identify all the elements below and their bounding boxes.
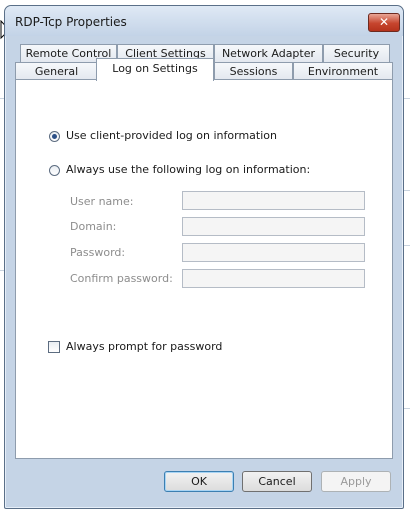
tab-network-adapter[interactable]: Network Adapter [214,44,323,62]
apply-button[interactable]: Apply [321,471,391,492]
title-bar[interactable]: RDP-Tcp Properties ✕ [5,6,403,36]
close-button[interactable]: ✕ [368,13,400,32]
tab-label: Environment [307,65,379,78]
properties-dialog: RDP-Tcp Properties ✕ Remote Control Clie… [4,5,404,509]
tab-security[interactable]: Security [323,44,390,62]
user-name-label: User name: [70,195,134,208]
radio-client-provided[interactable] [49,131,60,142]
radio-selected-dot [52,134,57,139]
ok-button[interactable]: OK [164,471,234,492]
user-name-field[interactable] [182,191,365,210]
tab-label: Log on Settings [112,62,198,75]
cancel-label: Cancel [258,475,296,488]
ok-label: OK [191,475,207,488]
window-title: RDP-Tcp Properties [15,15,127,29]
confirm-password-field[interactable] [182,269,365,288]
tab-logon-settings[interactable]: Log on Settings [96,58,214,81]
tab-general[interactable]: General [15,62,98,80]
domain-field[interactable] [182,217,365,236]
close-icon: ✕ [378,15,390,29]
prompt-password-checkbox[interactable] [48,341,60,353]
tab-label: Sessions [229,65,278,78]
logon-settings-panel: Use client-provided log on information A… [15,79,393,459]
tab-environment[interactable]: Environment [293,62,393,80]
tab-label: Network Adapter [221,47,316,60]
tab-label: Security [333,47,380,60]
tab-label: General [34,65,79,78]
apply-label: Apply [340,475,372,488]
password-label: Password: [70,246,126,259]
cancel-button[interactable]: Cancel [242,471,312,492]
tab-sessions[interactable]: Sessions [214,62,293,80]
domain-label: Domain: [70,220,117,233]
radio-client-provided-label[interactable]: Use client-provided log on information [66,129,277,142]
radio-always-use-label[interactable]: Always use the following log on informat… [66,163,310,176]
prompt-password-label[interactable]: Always prompt for password [66,340,222,353]
confirm-password-label: Confirm password: [70,272,173,285]
password-field[interactable] [182,243,365,262]
radio-always-use[interactable] [49,165,60,176]
